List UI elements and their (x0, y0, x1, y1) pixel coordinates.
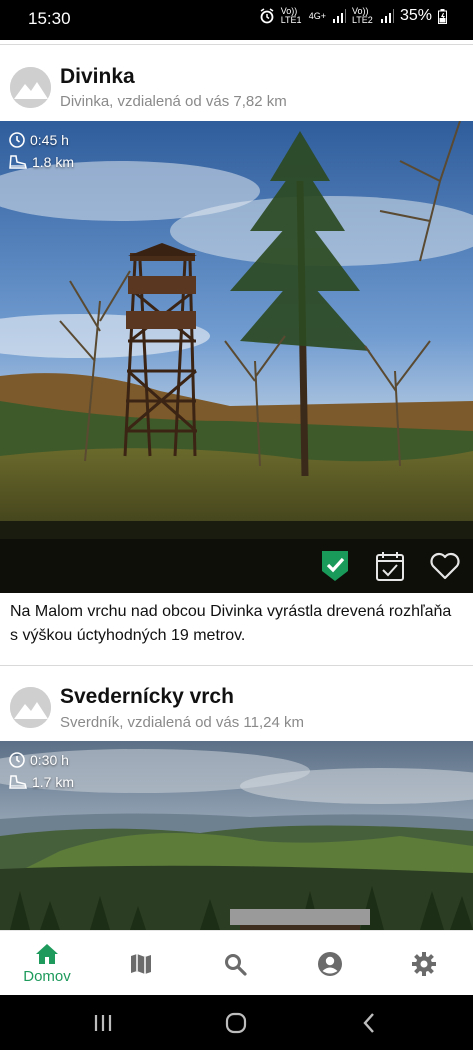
status-bar: 15:30 Vo)) LTE1 4G+ Vo)) LTE2 35% (0, 0, 473, 40)
trip-stats: 0:30 h 1.7 km (8, 749, 74, 793)
signal-icon (332, 9, 346, 23)
nav-home-label: Domov (23, 968, 71, 985)
sim1-label: Vo)) LTE1 (280, 6, 302, 25)
plan-visit-button[interactable] (374, 550, 406, 582)
place-avatar (10, 687, 51, 728)
distance-value: 1.8 km (32, 154, 75, 170)
mountain-icon (10, 687, 51, 728)
network-type: 4G+ (308, 11, 326, 21)
heart-outline-icon (430, 552, 460, 580)
distance-value: 1.7 km (32, 774, 75, 790)
account-icon (318, 951, 342, 976)
trip-stats: 0:45 h 1.8 km (8, 129, 74, 173)
home-circle-icon (225, 1012, 247, 1034)
status-icons: Vo)) LTE1 4G+ Vo)) LTE2 35% (259, 7, 447, 25)
place-subtitle: Divinka, vzdialená od vás 7,82 km (60, 93, 287, 110)
battery-level: 35% (399, 7, 432, 24)
calendar-check-icon (376, 552, 404, 581)
lookout-tower-photo (0, 121, 473, 593)
photo-action-bar (0, 539, 473, 593)
alarm-icon (260, 8, 274, 24)
place-description: Na Malom vrchu nad obcou Divinka vyrástl… (10, 603, 452, 644)
status-time: 15:30 (28, 9, 71, 28)
settings-icon (412, 951, 436, 976)
home-system-button[interactable] (221, 1010, 251, 1036)
back-chevron-icon (363, 1013, 374, 1033)
clock-icon (8, 751, 26, 769)
recent-apps-icon (94, 1015, 112, 1031)
nav-home[interactable]: Domov (0, 931, 94, 996)
places-feed[interactable]: Divinka Divinka, vzdialená od vás 7,82 k… (0, 40, 473, 930)
place-title[interactable]: Divinka (60, 65, 135, 89)
shield-check-icon (322, 551, 348, 581)
place-avatar (10, 67, 51, 108)
nav-account[interactable] (283, 931, 377, 996)
back-button[interactable] (354, 1010, 384, 1036)
signal-icon (380, 9, 394, 23)
bottom-navigation: Domov (0, 930, 473, 995)
distance-row: 1.8 km (8, 151, 74, 173)
home-icon (36, 944, 58, 964)
place-title[interactable]: Svederníсky vrch (60, 685, 234, 709)
duration-value: 0:30 h (30, 752, 69, 768)
place-photo[interactable]: 0:45 h 1.8 km (0, 121, 473, 593)
place-card[interactable]: Divinka Divinka, vzdialená od vás 7,82 k… (0, 40, 473, 666)
recent-apps-button[interactable] (88, 1010, 118, 1036)
place-subtitle: Sverdník, vzdialená od vás 11,24 km (60, 714, 305, 731)
hiking-boot-icon (8, 774, 28, 790)
nav-search[interactable] (188, 931, 282, 996)
favorite-button[interactable] (429, 550, 461, 582)
system-navigation-bar (0, 995, 473, 1050)
duration-row: 0:30 h (8, 749, 74, 771)
clock-icon (8, 131, 26, 149)
place-card[interactable]: Svederníсky vrch Sverdník, vzdialená od … (0, 666, 473, 930)
hiking-boot-icon (8, 154, 28, 170)
duration-value: 0:45 h (30, 132, 69, 148)
nav-settings[interactable] (377, 931, 471, 996)
search-icon (225, 953, 247, 976)
sim2-label: Vo)) LTE2 (351, 6, 373, 25)
mountain-icon (10, 67, 51, 108)
battery-icon (438, 8, 447, 24)
duration-row: 0:45 h (8, 129, 74, 151)
place-photo[interactable]: 0:30 h 1.7 km (0, 741, 473, 930)
visited-badge-button[interactable] (319, 550, 351, 582)
map-icon (131, 953, 151, 974)
distance-row: 1.7 km (8, 771, 74, 793)
nav-map[interactable] (94, 931, 188, 996)
